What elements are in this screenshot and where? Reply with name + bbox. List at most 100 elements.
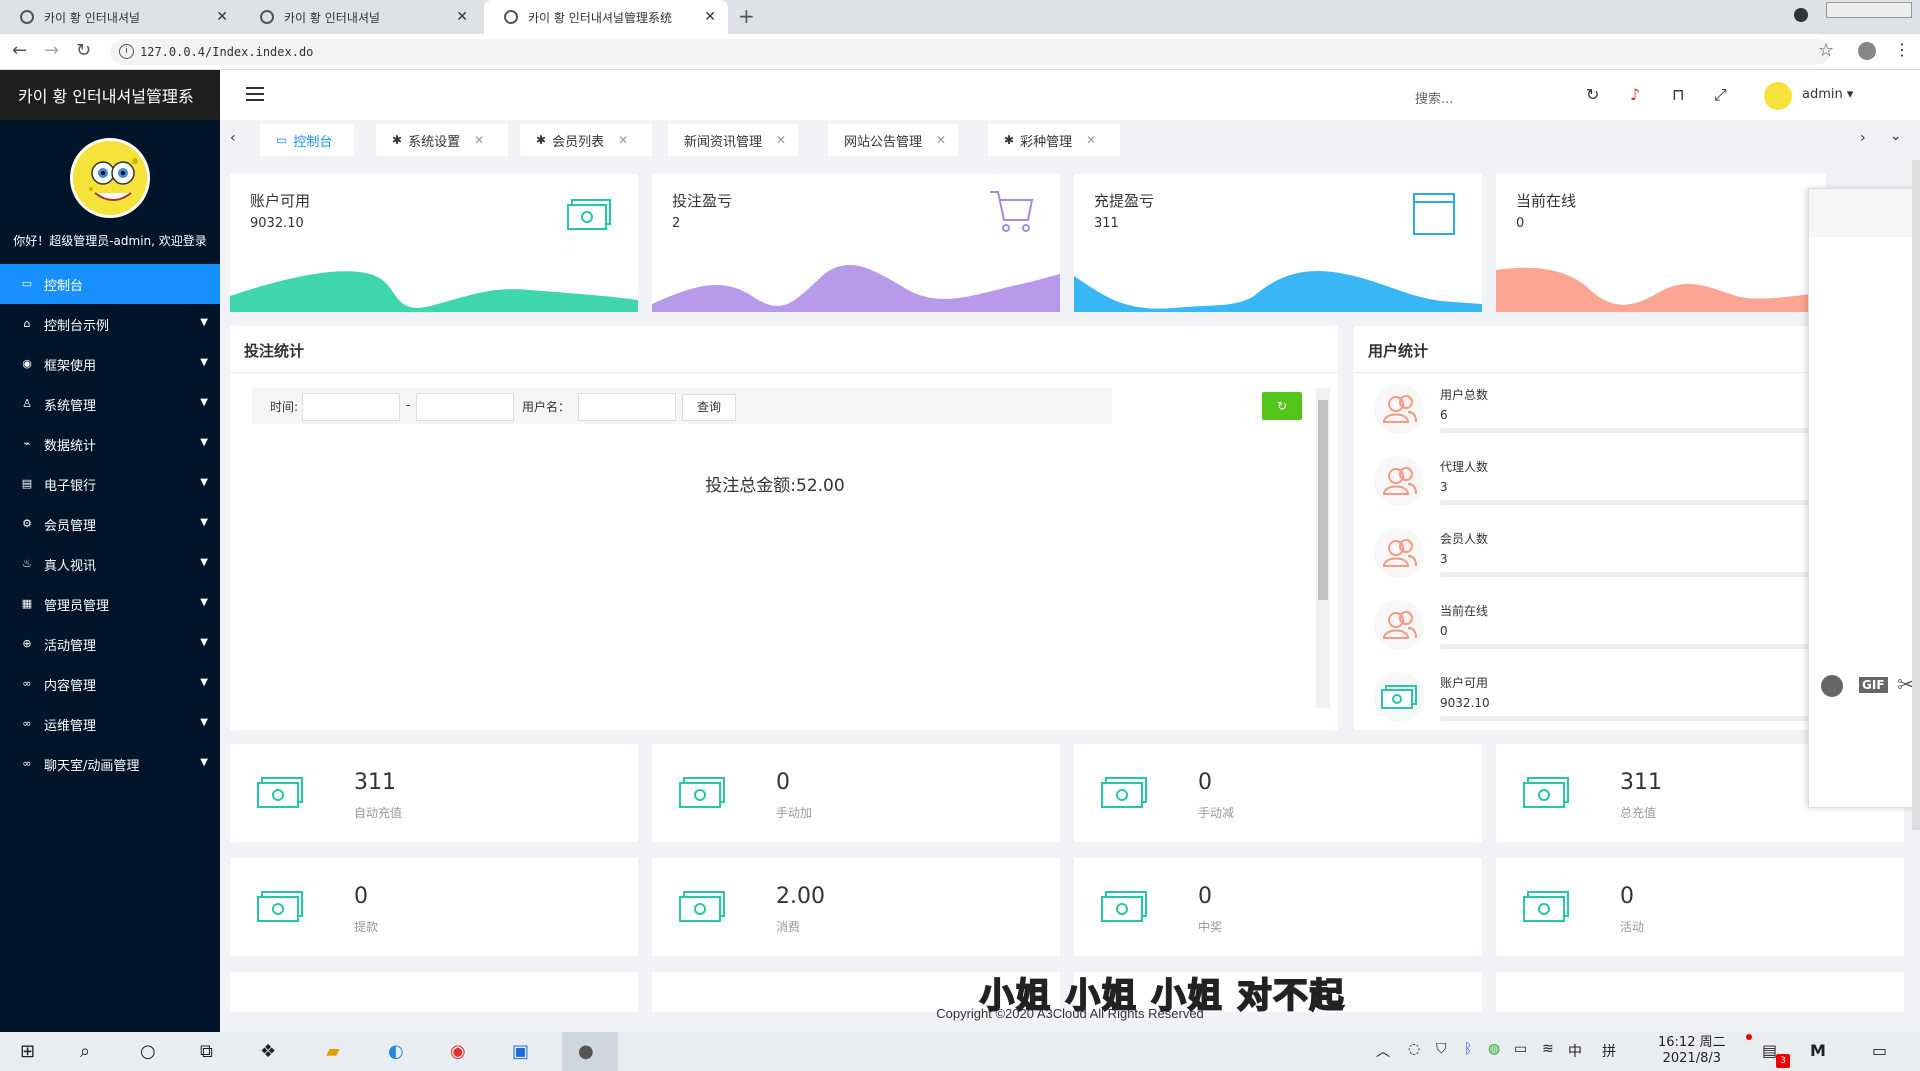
sidebar-item-label: 控制台 <box>44 278 84 294</box>
query-button[interactable]: 查询 <box>682 394 736 421</box>
reload-icon[interactable]: ↻ <box>76 40 91 61</box>
back-icon[interactable]: ← <box>12 40 27 61</box>
windows-start-icon[interactable]: ⊞ <box>20 1041 35 1062</box>
sidebar-item-statistics[interactable]: ⌁ 数据统计 ▼ <box>0 424 220 464</box>
search-input[interactable]: 搜索... <box>1415 88 1453 107</box>
shield-icon[interactable]: ⛉ <box>1436 1041 1447 1057</box>
panel-scrollbar[interactable] <box>1316 388 1330 708</box>
start-time-input[interactable] <box>302 393 400 421</box>
new-tab-button[interactable]: + <box>738 4 755 28</box>
ime-pinyin[interactable]: 拼 <box>1602 1041 1616 1061</box>
app-icon[interactable]: ▤ <box>1762 1041 1777 1060</box>
menu-toggle-icon[interactable] <box>246 87 264 105</box>
emoji-icon[interactable] <box>1821 675 1843 697</box>
page-scrollbar[interactable] <box>1912 160 1920 830</box>
close-icon[interactable]: ✕ <box>1086 133 1096 147</box>
ime-mode[interactable]: 中 <box>1568 1041 1582 1061</box>
app-icon[interactable]: ● <box>578 1041 594 1062</box>
close-icon[interactable]: ✕ <box>618 133 628 147</box>
tabs-scroll-left-icon[interactable]: ‹ <box>230 130 236 146</box>
floating-chat-widget[interactable]: GIF ✂ <box>1808 188 1920 808</box>
app-icon[interactable]: ❖ <box>260 1041 276 1062</box>
window-icon <box>1413 193 1455 235</box>
wifi-icon[interactable]: ≋ <box>1542 1041 1554 1057</box>
sidebar-item-admins[interactable]: ▦ 管理员管理 ▼ <box>0 584 220 624</box>
tab-dashboard[interactable]: ▭ 控制台 <box>260 124 354 156</box>
sidebar: 카이 황 인터내셔널管理系 你好！超级管理员-admin, 欢迎登录 ▭ 控制台… <box>0 70 220 1032</box>
sidebar-item-system[interactable]: ♙ 系统管理 ▼ <box>0 384 220 424</box>
action-center-icon[interactable]: ▭ <box>1872 1041 1887 1060</box>
close-icon[interactable]: ✕ <box>776 133 786 147</box>
bluetooth-icon[interactable]: ᛒ <box>1464 1041 1472 1057</box>
lock-icon[interactable]: ⊓ <box>1672 85 1684 104</box>
browser-tab-3[interactable]: 카이 황 인터내셔널管理系统 ✕ <box>484 0 728 34</box>
chevron-down-icon: ▼ <box>200 557 208 568</box>
tab-lottery-types[interactable]: ✱ 彩种管理 ✕ <box>988 124 1120 156</box>
url-field[interactable]: i 127.0.0.4/Index.index.do <box>110 39 1830 65</box>
user-stat-row: 账户可用 9032.10 <box>1374 672 1850 730</box>
file-explorer-icon[interactable]: ▰ <box>326 1041 340 1062</box>
search-icon[interactable]: ⌕ <box>80 1041 90 1062</box>
sidebar-item-ops[interactable]: ∞ 运维管理 ▼ <box>0 704 220 744</box>
tab-system-settings[interactable]: ✱ 系统设置 ✕ <box>376 124 508 156</box>
battery-icon[interactable]: ▭ <box>1514 1041 1527 1057</box>
user-menu[interactable]: admin ▾ <box>1802 87 1853 102</box>
cortana-icon[interactable]: ○ <box>140 1041 156 1062</box>
user-stat-label: 用户总数 <box>1440 388 1489 402</box>
notification-badge: 3 <box>1776 1054 1790 1068</box>
tray-chevron-up-icon[interactable]: ︿ <box>1376 1041 1390 1061</box>
chrome-icon[interactable]: ◉ <box>450 1041 466 1062</box>
sidebar-item-live-video[interactable]: ♨ 真人视讯 ▼ <box>0 544 220 584</box>
close-icon[interactable]: ✕ <box>936 133 946 147</box>
close-icon[interactable]: ✕ <box>456 9 468 25</box>
close-icon[interactable]: ✕ <box>216 9 228 25</box>
sidebar-item-members[interactable]: ⚙ 会员管理 ▼ <box>0 504 220 544</box>
info-icon[interactable]: i <box>119 44 134 59</box>
end-time-input[interactable] <box>416 393 514 421</box>
refresh-icon[interactable]: ↻ <box>1586 85 1599 104</box>
chevron-down-icon[interactable]: ⌄ <box>1890 128 1902 144</box>
tab-announcements[interactable]: 网站公告管理 ✕ <box>828 124 958 156</box>
money-label: 活动 <box>1620 920 1645 934</box>
money-card: 0 活动 <box>1496 858 1904 956</box>
wave-chart <box>1074 270 1482 312</box>
username-input[interactable] <box>578 393 676 421</box>
kebab-menu-icon[interactable]: ⋮ <box>1894 40 1910 59</box>
close-icon[interactable]: ✕ <box>474 133 484 147</box>
task-view-icon[interactable]: ⧉ <box>200 1041 213 1062</box>
fullscreen-icon[interactable]: ⤢ <box>1714 85 1727 105</box>
tab-member-list[interactable]: ✱ 会员列表 ✕ <box>520 124 652 156</box>
tabs-scroll-right-icon[interactable]: › <box>1860 130 1866 146</box>
browser-tab-2[interactable]: 카이 황 인터내셔널 ✕ <box>240 0 480 34</box>
profile-dropdown-icon[interactable] <box>1794 8 1808 22</box>
app-icon[interactable]: ▣ <box>512 1041 529 1062</box>
gif-button[interactable]: GIF <box>1859 677 1888 693</box>
sidebar-item-activities[interactable]: ⊕ 活动管理 ▼ <box>0 624 220 664</box>
browser-tab-1[interactable]: 카이 황 인터내셔널 ✕ <box>0 0 240 34</box>
star-icon[interactable]: ☆ <box>1818 40 1834 61</box>
money-card: 0 中奖 <box>1074 858 1482 956</box>
forward-icon[interactable]: → <box>44 40 59 61</box>
user-avatar[interactable] <box>1764 82 1792 110</box>
taskbar-clock[interactable]: 16:12 周二 2021/8/3 <box>1658 1035 1726 1067</box>
video-icon: ♨ <box>22 557 32 570</box>
app-icon[interactable]: M <box>1810 1041 1826 1060</box>
tray-icon[interactable]: ◌ <box>1408 1041 1420 1057</box>
close-icon[interactable]: ✕ <box>704 9 716 25</box>
tab-news[interactable]: 新闻资讯管理 ✕ <box>668 124 798 156</box>
sidebar-item-dashboard[interactable]: ▭ 控制台 <box>0 264 220 304</box>
sidebar-item-content[interactable]: ∞ 内容管理 ▼ <box>0 664 220 704</box>
sidebar-item-dashboard-examples[interactable]: ⌂ 控制台示例 ▼ <box>0 304 220 344</box>
sidebar-item-ebank[interactable]: ▤ 电子银行 ▼ <box>0 464 220 504</box>
refresh-button[interactable]: ↻ <box>1262 392 1302 420</box>
sidebar-item-framework[interactable]: ◉ 框架使用 ▼ <box>0 344 220 384</box>
users-icon <box>1374 456 1424 506</box>
edge-icon[interactable]: ◐ <box>388 1041 404 1062</box>
tray-icon[interactable]: ◍ <box>1488 1041 1500 1057</box>
stat-card-bet-profit: 投注盈亏 2 <box>652 174 1060 312</box>
money-card: 311 自动充值 <box>230 744 638 842</box>
sidebar-item-chatroom[interactable]: ∞ 聊天室/动画管理 ▼ <box>0 744 220 784</box>
account-icon[interactable] <box>1858 42 1876 60</box>
bell-icon[interactable]: ♪ <box>1630 85 1640 104</box>
window-controls[interactable] <box>1826 2 1912 18</box>
